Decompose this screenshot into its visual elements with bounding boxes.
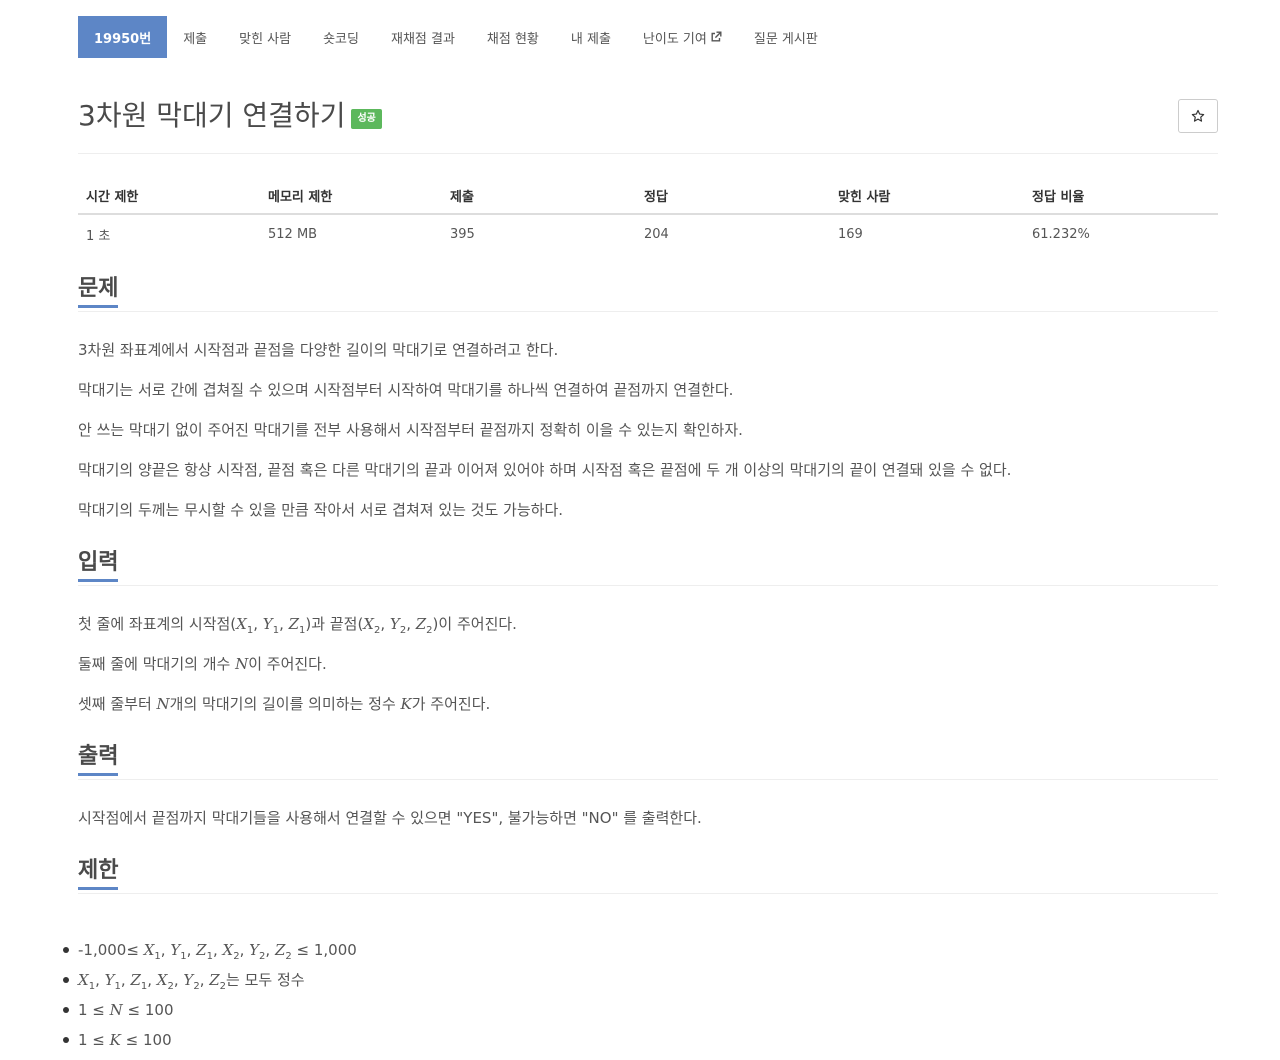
limits-section: 제한 -1,000≤ X1, Y1, Z1, X2, Y2, Z2 ≤ 1,00…: [63, 856, 1218, 1060]
nav-tab-label: 난이도 기여: [642, 31, 707, 47]
nav-tab-status[interactable]: 채점 현황: [471, 16, 555, 58]
table-header: 제출: [442, 180, 636, 215]
paragraph: 둘째 줄에 막대기의 개수 N이 주어진다.: [78, 655, 327, 673]
section-header: 제한: [78, 856, 1218, 894]
star-icon: [1191, 109, 1205, 122]
table-header: 정답: [636, 180, 830, 215]
table-header: 맞힌 사람: [830, 180, 1024, 215]
nav-tab-board[interactable]: 질문 게시판: [738, 16, 834, 58]
paragraph: 시작점에서 끝점까지 막대기들을 사용해서 연결할 수 있으면 "YES", 불…: [78, 809, 702, 827]
status-badge: 성공: [351, 109, 382, 129]
table-header: 정답 비율: [1024, 180, 1218, 215]
section-title: 출력: [78, 742, 119, 776]
paragraph: 막대기의 양끝은 항상 시작점, 끝점 혹은 다른 막대기의 끝과 이어져 있어…: [78, 461, 1012, 479]
table-header: 시간 제한: [78, 180, 260, 215]
nav-tab-submit[interactable]: 제출: [167, 16, 223, 58]
nav-tab-label: 내 제출: [570, 31, 611, 47]
nav-tab-label: 19950번: [94, 31, 152, 47]
problem-title: 3차원 막대기 연결하기: [78, 99, 346, 132]
input-body: 첫 줄에 좌표계의 시작점(X1, Y1, Z1)과 끝점(X2, Y2, Z2…: [78, 586, 1218, 734]
problem-header: 3차원 막대기 연결하기 성공: [78, 98, 1218, 154]
table-row: 1 초 512 MB 395 204 169 61.232%: [78, 214, 1218, 254]
paragraph: 셋째 줄부터 N개의 막대기의 길이를 의미하는 정수 K가 주어진다.: [78, 695, 491, 713]
paragraph: 3차원 좌표계에서 시작점과 끝점을 다양한 길이의 막대기로 연결하려고 한다…: [78, 341, 559, 359]
problem-info-table: 시간 제한 메모리 제한 제출 정답 맞힌 사람 정답 비율 1 초 512 M…: [78, 180, 1218, 254]
table-cell: 512 MB: [268, 227, 318, 242]
list-item: X1, Y1, Z1, X2, Y2, Z2는 모두 정수: [63, 970, 1218, 1000]
table-cell: 204: [644, 227, 669, 242]
nav-tab-difficulty[interactable]: 난이도 기여: [627, 16, 738, 58]
table-cell: 395: [450, 227, 475, 242]
nav-tab-label: 채점 현황: [486, 31, 539, 47]
nav-tab-label: 맞힌 사람: [239, 31, 292, 47]
table-cell: 1 초: [86, 229, 111, 244]
nav-tab-label: 질문 게시판: [753, 31, 818, 47]
section-title: 입력: [78, 548, 119, 582]
section-title: 문제: [78, 274, 119, 308]
output-section: 출력 시작점에서 끝점까지 막대기들을 사용해서 연결할 수 있으면 "YES"…: [78, 742, 1218, 848]
nav-tab-solvers[interactable]: 맞힌 사람: [223, 16, 307, 58]
nav-tab-label: 재채점 결과: [390, 31, 455, 47]
paragraph: 첫 줄에 좌표계의 시작점(X1, Y1, Z1)과 끝점(X2, Y2, Z2…: [78, 615, 517, 636]
paragraph: 막대기는 서로 간에 겹쳐질 수 있으며 시작점부터 시작하여 막대기를 하나씩…: [78, 381, 734, 399]
section-header: 입력: [78, 548, 1218, 586]
nav-tab-label: 숏코딩: [323, 31, 359, 47]
section-header: 문제: [78, 274, 1218, 312]
nav-tab-short-coding[interactable]: 숏코딩: [307, 16, 375, 58]
table-header-row: 시간 제한 메모리 제한 제출 정답 맞힌 사람 정답 비율: [78, 180, 1218, 215]
list-item: 1 ≤ K ≤ 100: [63, 1030, 1218, 1060]
table-header: 메모리 제한: [260, 180, 442, 215]
table-cell: 169: [838, 227, 863, 242]
problem-nav: 19950번 제출 맞힌 사람 숏코딩 재채점 결과 채점 현황 내 제출 난이…: [78, 16, 1218, 58]
paragraph: 안 쓰는 막대기 없이 주어진 막대기를 전부 사용해서 시작점부터 끝점까지 …: [78, 421, 743, 439]
description-section: 문제 3차원 좌표계에서 시작점과 끝점을 다양한 길이의 막대기로 연결하려고…: [78, 274, 1218, 540]
limits-list: -1,000≤ X1, Y1, Z1, X2, Y2, Z2 ≤ 1,000 X…: [63, 940, 1218, 1060]
nav-tab-my-submissions[interactable]: 내 제출: [555, 16, 627, 58]
list-item: 1 ≤ N ≤ 100: [63, 1000, 1218, 1030]
nav-tab-rejudge[interactable]: 재채점 결과: [375, 16, 471, 58]
nav-tab-problem[interactable]: 19950번: [78, 16, 168, 58]
external-link-icon: [711, 31, 722, 42]
nav-tab-label: 제출: [183, 31, 208, 47]
description-body: 3차원 좌표계에서 시작점과 끝점을 다양한 길이의 막대기로 연결하려고 한다…: [78, 312, 1218, 540]
paragraph: 막대기의 두께는 무시할 수 있을 만큼 작아서 서로 겹쳐져 있는 것도 가능…: [78, 501, 564, 519]
input-section: 입력 첫 줄에 좌표계의 시작점(X1, Y1, Z1)과 끝점(X2, Y2,…: [78, 548, 1218, 734]
table-cell: 61.232%: [1032, 227, 1090, 242]
limits-body: -1,000≤ X1, Y1, Z1, X2, Y2, Z2 ≤ 1,000 X…: [63, 894, 1218, 1060]
list-item: -1,000≤ X1, Y1, Z1, X2, Y2, Z2 ≤ 1,000: [63, 940, 1218, 970]
section-title: 제한: [78, 856, 119, 890]
section-header: 출력: [78, 742, 1218, 780]
output-body: 시작점에서 끝점까지 막대기들을 사용해서 연결할 수 있으면 "YES", 불…: [78, 780, 1218, 848]
favorite-button[interactable]: [1178, 99, 1218, 133]
page-title: 3차원 막대기 연결하기 성공: [78, 98, 382, 134]
